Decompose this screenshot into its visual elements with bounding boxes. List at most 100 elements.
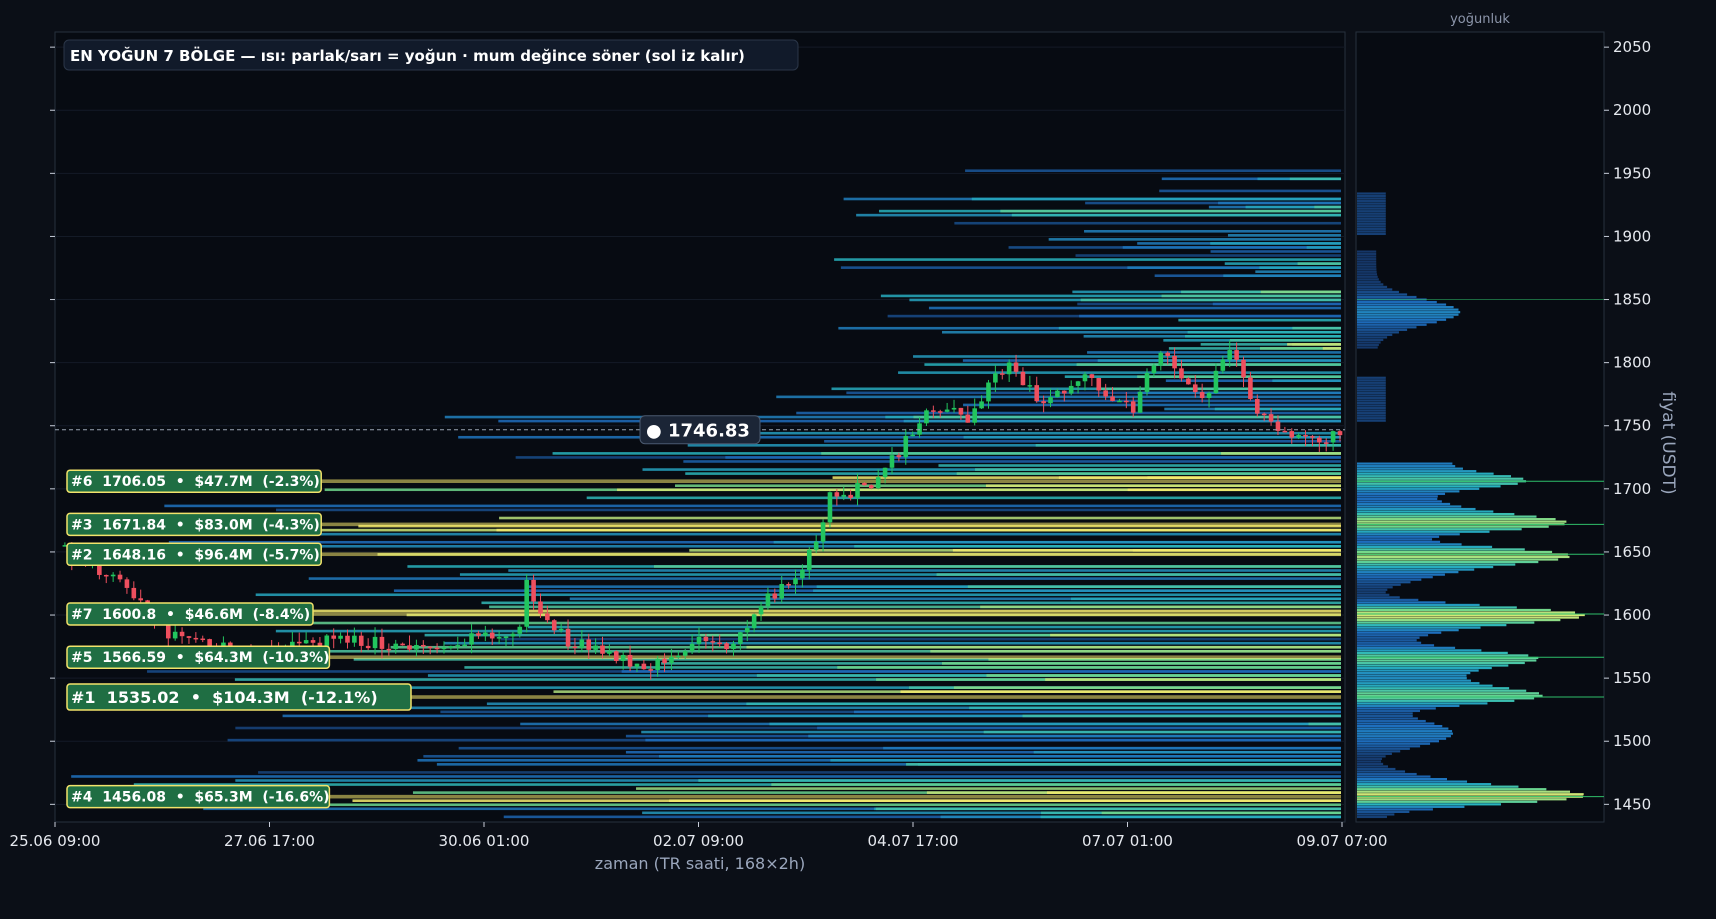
density-bar bbox=[1357, 232, 1386, 236]
density-bar bbox=[1357, 639, 1417, 642]
density-bar bbox=[1357, 545, 1493, 548]
density-bar bbox=[1357, 555, 1570, 559]
candle-body bbox=[455, 645, 461, 647]
y-tick-label: 1450 bbox=[1613, 795, 1651, 813]
heatmap-row bbox=[1096, 387, 1341, 391]
heatmap-row bbox=[1048, 238, 1341, 241]
candle-body bbox=[1289, 431, 1295, 438]
density-bar bbox=[1357, 808, 1433, 811]
heatmap-row bbox=[969, 706, 1341, 710]
candle-body bbox=[724, 643, 729, 650]
density-bar bbox=[1357, 321, 1437, 324]
heatmap-row bbox=[967, 585, 1341, 588]
density-bar bbox=[1357, 649, 1482, 652]
heatmap-row bbox=[1287, 343, 1341, 346]
density-bar bbox=[1357, 560, 1539, 564]
density-bar bbox=[1357, 568, 1475, 571]
candle-body bbox=[1041, 401, 1046, 404]
density-bar bbox=[1357, 697, 1535, 700]
candle-body bbox=[993, 373, 998, 383]
heatmap-row bbox=[1087, 351, 1341, 354]
candle-body bbox=[421, 644, 426, 647]
density-bar bbox=[1357, 530, 1490, 533]
density-bar bbox=[1357, 740, 1439, 743]
heatmap-row bbox=[985, 484, 1341, 488]
density-bar bbox=[1357, 682, 1480, 685]
candle-body bbox=[607, 651, 612, 654]
candle-body bbox=[1110, 396, 1115, 402]
density-bar bbox=[1357, 805, 1465, 808]
density-bar bbox=[1357, 646, 1456, 649]
heatmap-row bbox=[496, 528, 1341, 532]
heatmap-row bbox=[499, 516, 1341, 520]
density-bar bbox=[1357, 502, 1451, 506]
density-bar bbox=[1357, 313, 1459, 316]
density-bar bbox=[1357, 341, 1381, 344]
candle-body bbox=[1117, 400, 1122, 403]
density-bar bbox=[1357, 651, 1508, 654]
heatmap-row bbox=[854, 544, 1341, 548]
candle-body bbox=[172, 631, 178, 639]
heatmap-row bbox=[1297, 262, 1341, 265]
density-bar bbox=[1357, 331, 1399, 334]
density-bar bbox=[1357, 586, 1393, 589]
candle-body bbox=[972, 408, 977, 423]
heatmap-row bbox=[963, 403, 1341, 407]
density-bar bbox=[1357, 687, 1510, 690]
density-bar bbox=[1357, 500, 1442, 503]
density-bar bbox=[1357, 417, 1386, 420]
density-bar bbox=[1357, 205, 1386, 208]
density-bar bbox=[1357, 300, 1437, 304]
density-bar bbox=[1357, 409, 1386, 412]
candle-body bbox=[806, 549, 812, 570]
candle-body bbox=[1227, 350, 1233, 360]
candle-body bbox=[331, 635, 336, 639]
density-bar bbox=[1357, 285, 1388, 289]
density-bar bbox=[1357, 303, 1447, 306]
candle-body bbox=[138, 598, 144, 601]
heatmap-row bbox=[683, 460, 1341, 463]
candle-body bbox=[779, 583, 785, 599]
y-axis-label: fiyat (USDT) bbox=[1658, 391, 1678, 494]
candle-body bbox=[931, 410, 936, 412]
heatmap-row bbox=[1322, 347, 1341, 350]
candle-body bbox=[510, 633, 516, 637]
heatmap-row bbox=[725, 456, 1341, 459]
candle-body bbox=[193, 637, 199, 640]
candle-body bbox=[1144, 373, 1150, 392]
heatmap-row bbox=[1045, 678, 1341, 681]
density-bar bbox=[1357, 412, 1386, 415]
density-bar bbox=[1357, 346, 1378, 349]
candle-body bbox=[496, 637, 502, 639]
candle-body bbox=[862, 483, 867, 486]
y-tick-label: 1800 bbox=[1613, 354, 1651, 372]
candle-body bbox=[586, 639, 592, 650]
candle-body bbox=[765, 593, 771, 607]
candle-body bbox=[386, 648, 392, 651]
x-tick-label: 25.06 09:00 bbox=[10, 832, 101, 850]
density-bar bbox=[1357, 295, 1417, 299]
candle-body bbox=[1020, 371, 1026, 386]
density-bar bbox=[1357, 788, 1547, 791]
heatmap-row bbox=[276, 508, 1341, 512]
density-bar bbox=[1357, 735, 1451, 738]
chart-title: EN YOĞUN 7 BÖLGE — ısı: parlak/sarı = yo… bbox=[70, 46, 745, 65]
density-bar bbox=[1357, 475, 1512, 478]
density-bar bbox=[1357, 528, 1522, 531]
candle-body bbox=[662, 658, 667, 664]
density-bar bbox=[1357, 260, 1377, 263]
density-bar bbox=[1357, 520, 1567, 523]
heatmap-row bbox=[900, 690, 1341, 693]
heatmap-row bbox=[930, 649, 1341, 653]
heatmap-row bbox=[1137, 391, 1341, 395]
heatmap-row bbox=[1187, 330, 1341, 334]
density-bar bbox=[1357, 220, 1386, 223]
density-bar bbox=[1357, 747, 1410, 750]
density-bar bbox=[1357, 518, 1556, 521]
density-bar bbox=[1357, 730, 1453, 733]
current-price-label: ● 1746.83 bbox=[646, 421, 750, 442]
candle-body bbox=[744, 628, 750, 633]
density-bar bbox=[1357, 389, 1386, 392]
candle-body bbox=[579, 639, 585, 648]
density-bar bbox=[1357, 621, 1535, 624]
